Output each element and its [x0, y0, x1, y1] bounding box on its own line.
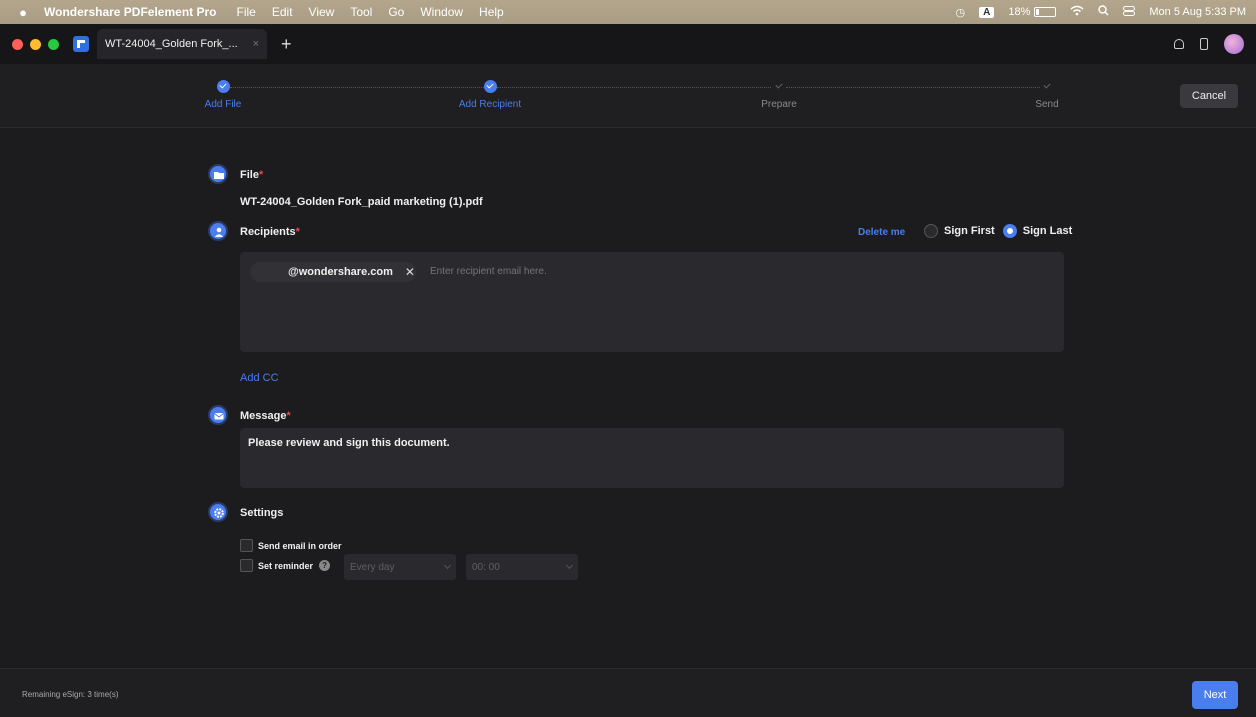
message-section-title: Message* — [240, 410, 291, 422]
menubar-status-area: ◷ A 18% Mon 5 Aug 5:33 PM — [956, 0, 1246, 24]
window-controls — [12, 38, 59, 50]
mobile-device-icon[interactable] — [1200, 38, 1208, 50]
tab-close-icon[interactable]: × — [253, 38, 259, 50]
set-reminder-checkbox[interactable] — [240, 559, 253, 572]
send-in-order-label[interactable]: Send email in order — [258, 541, 342, 551]
next-button[interactable]: Next — [1192, 681, 1238, 709]
battery-level — [1036, 9, 1040, 15]
remaining-esign-count: Remaining eSign: 3 time(s) — [22, 690, 119, 699]
gear-icon — [208, 502, 228, 522]
spotlight-search-icon[interactable] — [1098, 5, 1109, 19]
help-icon[interactable]: ? — [319, 560, 331, 571]
message-textarea[interactable]: Please review and sign this document. — [240, 428, 1064, 488]
reminder-frequency-select[interactable]: Every day — [344, 554, 456, 580]
folder-icon — [208, 164, 228, 184]
step-send: Send — [987, 80, 1107, 110]
step-pending-check-icon — [773, 80, 786, 93]
step-done-check-icon — [216, 80, 230, 93]
message-title-text: Message — [240, 410, 287, 422]
document-tab-title: WT-24004_Golden Fork_... — [105, 38, 238, 50]
pdfelement-app-icon — [73, 36, 89, 52]
recipient-chip: @wondershare.com ✕ — [250, 262, 416, 282]
delete-me-link[interactable]: Delete me — [858, 227, 905, 238]
mail-icon — [208, 405, 228, 425]
time-machine-icon[interactable]: ◷ — [956, 6, 966, 19]
chevron-down-icon — [443, 561, 452, 570]
step-add-recipient: Add Recipient — [430, 80, 550, 110]
selected-filename: WT-24004_Golden Fork_paid marketing (1).… — [240, 196, 483, 208]
menu-help[interactable]: Help — [479, 5, 504, 19]
remove-recipient-icon[interactable]: ✕ — [405, 265, 415, 279]
reminder-time-value: 00: 00 — [472, 561, 500, 573]
window-tabbar: WT-24004_Golden Fork_... × + — [0, 24, 1256, 64]
notification-bell-icon[interactable] — [1174, 39, 1184, 49]
sign-first-radio[interactable] — [924, 224, 938, 238]
step-pending-check-icon — [1041, 80, 1054, 93]
step-label: Add Recipient — [458, 99, 522, 110]
step-label: Send — [1035, 99, 1059, 110]
recipients-input-box[interactable]: @wondershare.com ✕ — [240, 252, 1064, 352]
file-section-title: File* — [240, 169, 263, 181]
menubar-clock[interactable]: Mon 5 Aug 5:33 PM — [1149, 6, 1246, 18]
menu-tool[interactable]: Tool — [350, 5, 372, 19]
file-title-text: File — [240, 169, 259, 181]
step-add-file: Add File — [163, 80, 283, 110]
set-reminder-label[interactable]: Set reminder — [258, 561, 313, 571]
reminder-time-select[interactable]: 00: 00 — [466, 554, 578, 580]
battery-status[interactable]: 18% — [1008, 6, 1057, 18]
sign-last-label[interactable]: Sign Last — [1023, 225, 1073, 237]
user-avatar[interactable] — [1224, 34, 1244, 54]
reminder-frequency-value: Every day — [350, 561, 395, 573]
wifi-icon[interactable] — [1070, 5, 1084, 19]
battery-icon — [1034, 7, 1057, 17]
required-mark: * — [286, 410, 291, 422]
recipients-title-text: Recipients — [240, 226, 296, 238]
settings-section-title: Settings — [240, 507, 284, 519]
signing-order-group: Sign First Sign Last — [924, 224, 1072, 238]
cancel-button[interactable]: Cancel — [1180, 84, 1238, 108]
esign-stepper: Add File Add Recipient Prepare Send Canc… — [0, 64, 1256, 128]
recipient-email-input[interactable] — [430, 266, 730, 277]
set-reminder-row: Set reminder ? — [240, 559, 331, 572]
person-icon — [208, 221, 228, 241]
close-window-button[interactable] — [12, 38, 23, 50]
menu-edit[interactable]: Edit — [272, 5, 293, 19]
menu-file[interactable]: File — [237, 5, 256, 19]
menu-window[interactable]: Window — [420, 5, 463, 19]
required-mark: * — [258, 169, 264, 181]
zoom-window-button[interactable] — [48, 38, 59, 50]
menu-view[interactable]: View — [309, 5, 335, 19]
new-tab-button[interactable]: + — [281, 34, 292, 55]
minimize-window-button[interactable] — [30, 38, 41, 50]
send-in-order-row: Send email in order — [240, 539, 342, 552]
menu-go[interactable]: Go — [388, 5, 404, 19]
document-tab[interactable]: WT-24004_Golden Fork_... × — [97, 29, 267, 59]
send-in-order-checkbox[interactable] — [240, 539, 253, 552]
sign-last-radio[interactable] — [1002, 224, 1017, 238]
battery-percent: 18% — [1008, 6, 1031, 18]
step-label: Prepare — [761, 99, 797, 110]
recipients-section-title: Recipients* — [240, 226, 300, 238]
apple-icon[interactable]: ● — [8, 5, 38, 20]
control-center-icon[interactable] — [1123, 5, 1136, 19]
add-cc-link[interactable]: Add CC — [240, 372, 279, 384]
app-name-menu[interactable]: Wondershare PDFelement Pro — [44, 5, 217, 19]
input-source-indicator[interactable]: A — [979, 6, 995, 18]
tabbar-tools — [1174, 24, 1244, 64]
recipient-chip-email: @wondershare.com — [288, 266, 393, 278]
step-done-check-icon — [483, 80, 497, 93]
sign-first-label[interactable]: Sign First — [944, 225, 995, 237]
chevron-down-icon — [565, 561, 574, 570]
step-label: Add File — [204, 99, 242, 110]
step-prepare: Prepare — [719, 80, 839, 110]
required-mark: * — [295, 226, 300, 238]
macos-menubar: ● Wondershare PDFelement Pro File Edit V… — [0, 0, 1256, 24]
footer-bar: Remaining eSign: 3 time(s) Next — [0, 668, 1256, 717]
